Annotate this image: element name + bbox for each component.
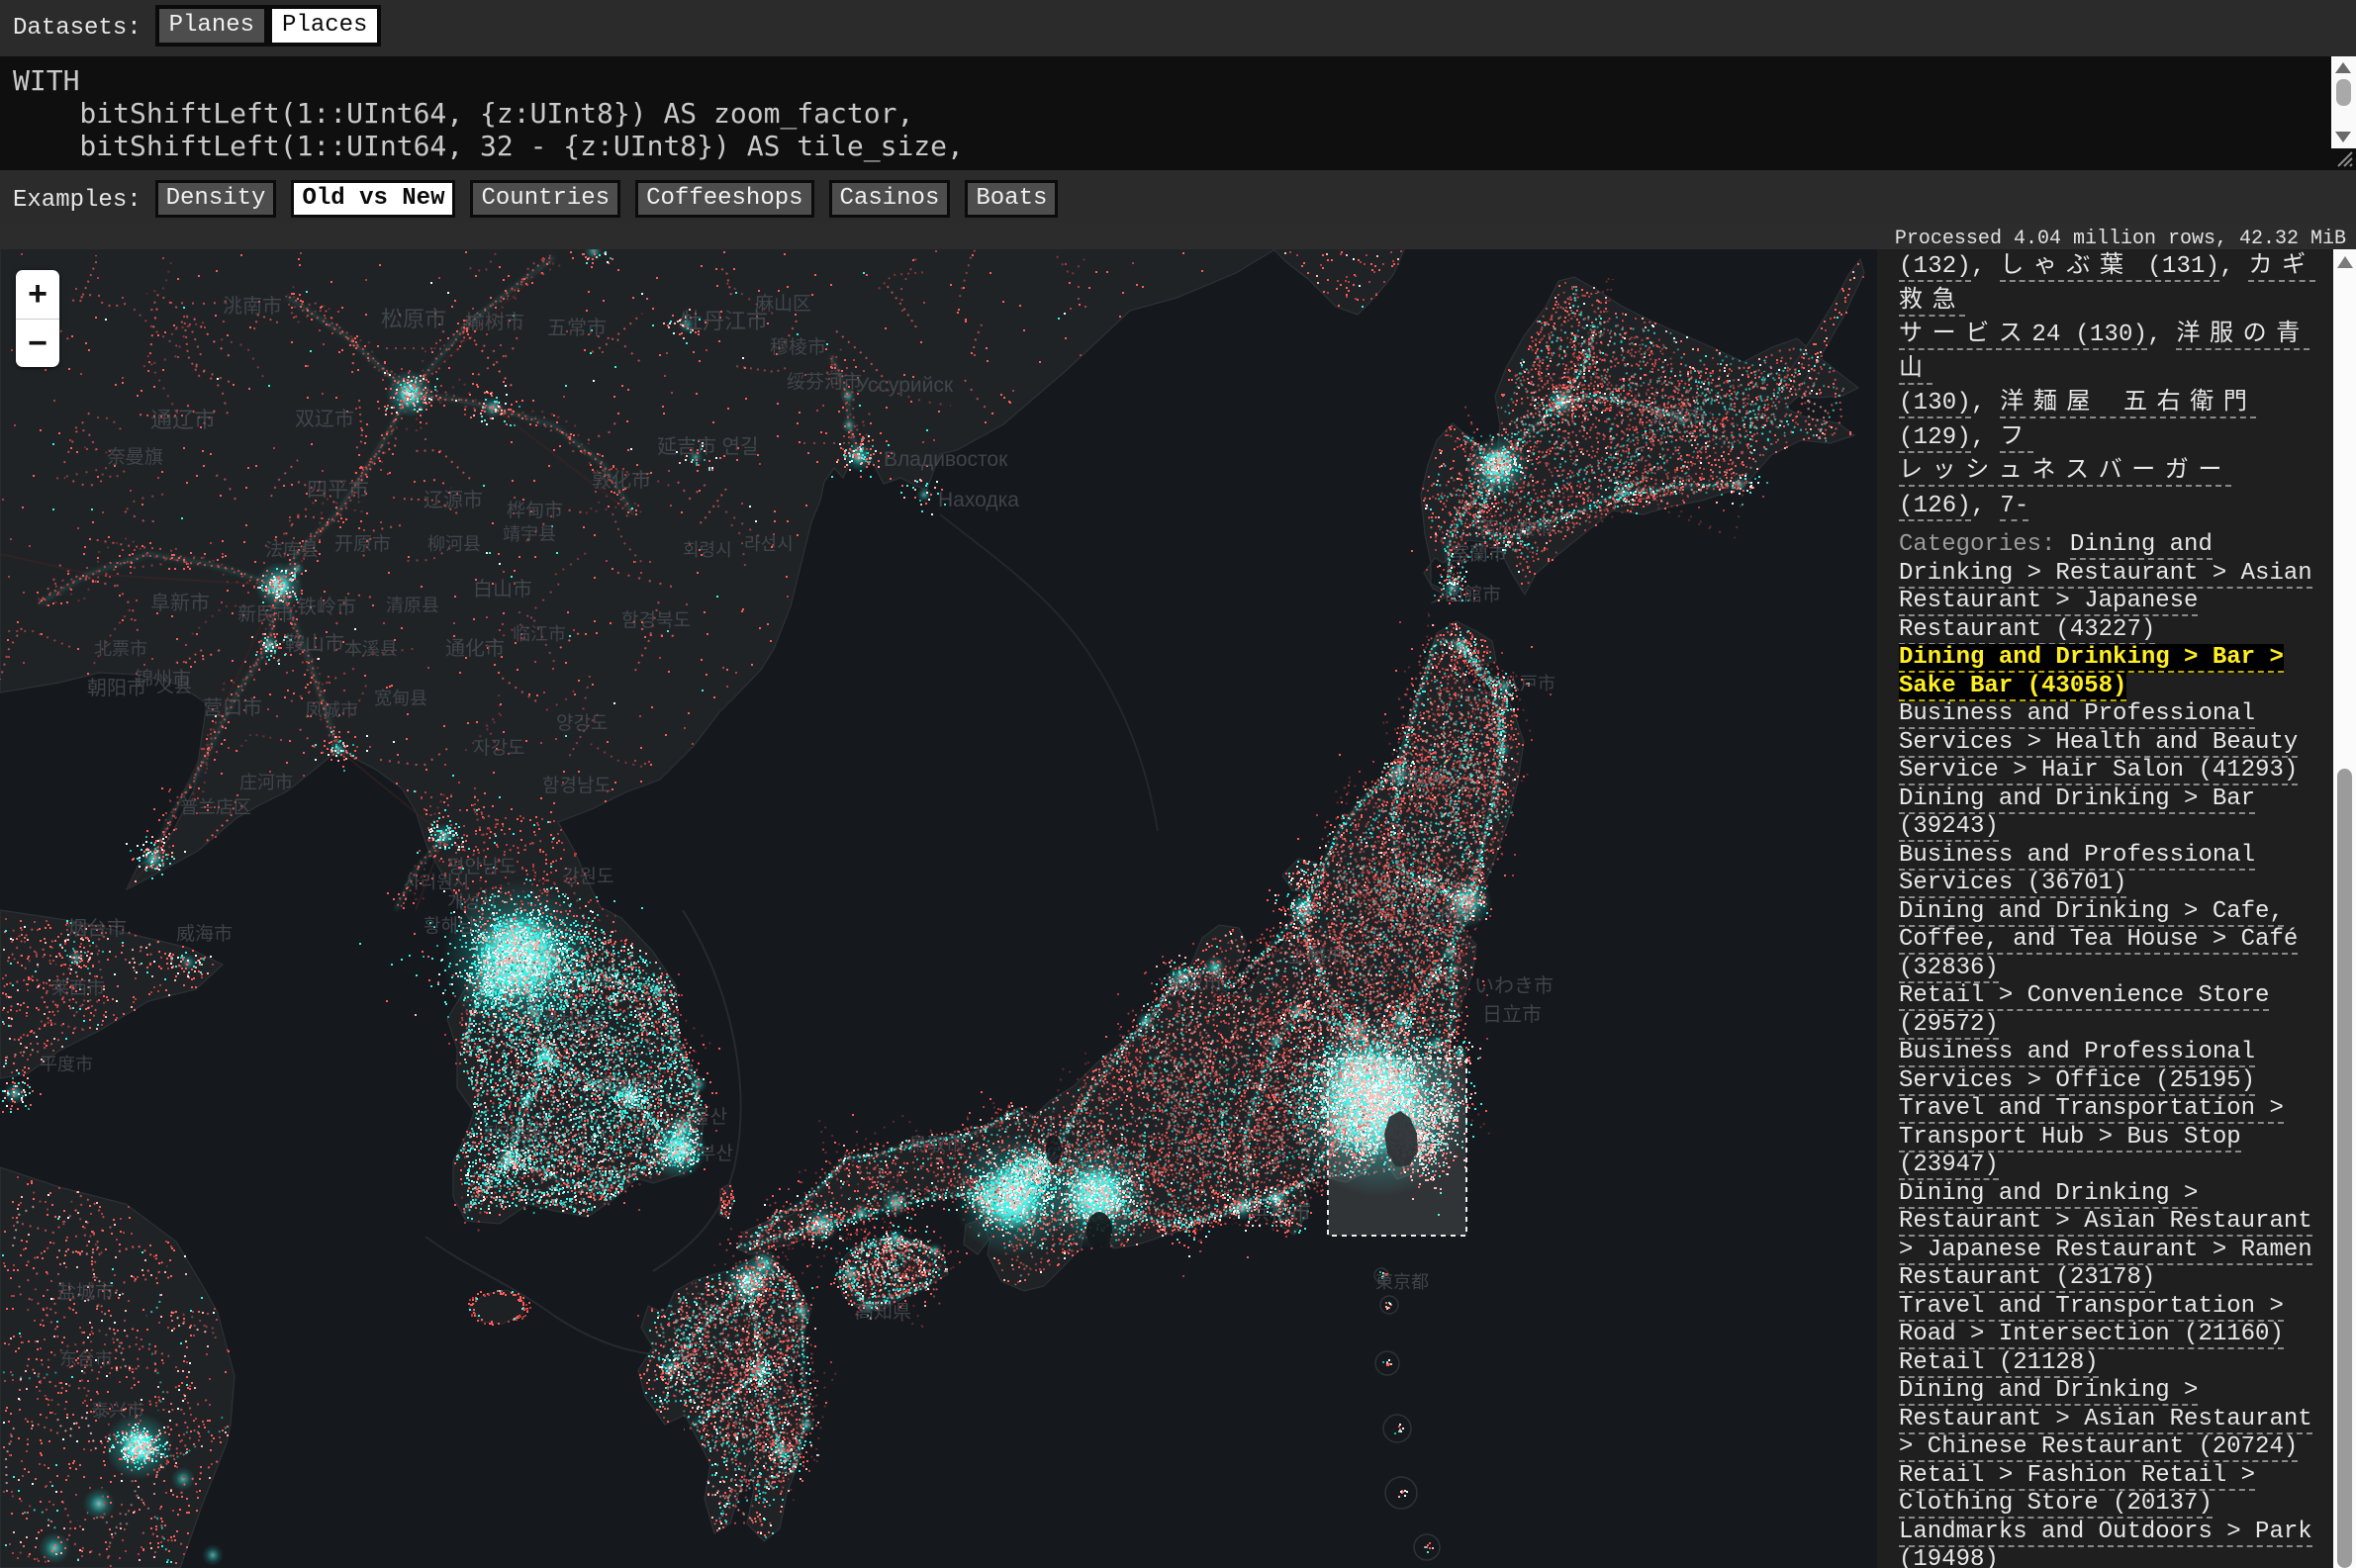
- svg-text:황해남도: 황해남도: [424, 915, 493, 937]
- svg-text:铁岭市: 铁岭市: [297, 596, 356, 618]
- svg-text:苫小牧市: 苫小牧市: [1478, 517, 1554, 539]
- svg-text:鞍山市: 鞍山市: [285, 632, 344, 655]
- svg-text:北票市: 北票市: [94, 639, 147, 659]
- svg-text:室蘭市: 室蘭市: [1451, 543, 1507, 565]
- svg-text:榆树市: 榆树市: [465, 311, 524, 333]
- svg-text:靖宇县: 靖宇县: [503, 524, 556, 544]
- svg-text:金沢市: 金沢市: [1166, 972, 1222, 994]
- svg-text:奈曼旗: 奈曼旗: [107, 446, 163, 468]
- svg-text:자강도: 자강도: [473, 737, 524, 759]
- svg-text:함경북도: 함경북도: [621, 609, 691, 631]
- svg-text:锦州市: 锦州市: [135, 668, 191, 690]
- svg-text:浜松市: 浜松市: [1249, 1202, 1311, 1225]
- svg-text:라선시: 라선시: [744, 534, 794, 554]
- svg-text:本溪县: 本溪县: [344, 639, 398, 659]
- svg-text:울산: 울산: [693, 1106, 727, 1128]
- svg-text:泰兴市: 泰兴市: [91, 1401, 144, 1421]
- svg-text:北見市: 北見市: [1649, 406, 1705, 427]
- svg-text:Находка: Находка: [938, 489, 1019, 511]
- svg-text:烟台市: 烟台市: [67, 917, 127, 940]
- svg-text:平度市: 平度市: [40, 1055, 93, 1074]
- svg-text:辽源市: 辽源市: [424, 489, 483, 511]
- svg-text:普兰店区: 普兰店区: [180, 797, 251, 817]
- svg-text:日立市: 日立市: [1482, 1003, 1542, 1026]
- svg-text:敦化市: 敦化市: [592, 469, 651, 492]
- svg-text:鳥取市: 鳥取市: [908, 1134, 965, 1155]
- svg-text:秋田市: 秋田市: [1389, 768, 1443, 787]
- svg-text:개성시: 개성시: [447, 892, 497, 912]
- svg-text:东台市: 东台市: [59, 1349, 113, 1369]
- svg-text:경상북도: 경상북도: [598, 1074, 663, 1094]
- svg-text:五常市: 五常市: [547, 317, 607, 339]
- svg-text:宽甸县: 宽甸县: [374, 689, 427, 708]
- svg-text:临江市: 临江市: [513, 624, 566, 644]
- svg-text:강원도: 강원도: [562, 866, 613, 887]
- svg-text:米沢市: 米沢市: [1417, 906, 1470, 926]
- svg-text:盐城市: 盐城市: [57, 1281, 114, 1303]
- svg-text:通辽市: 通辽市: [150, 408, 216, 432]
- svg-text:绥芬河市: 绥芬河市: [787, 371, 862, 393]
- svg-text:四平市: 四平市: [307, 479, 369, 502]
- svg-text:开原市: 开原市: [334, 533, 391, 555]
- svg-text:양강도: 양강도: [556, 712, 608, 734]
- svg-text:충청남도: 충청남도: [542, 1013, 608, 1033]
- svg-text:延吉市 연길: 延吉市 연길: [657, 435, 758, 458]
- svg-text:阜新市: 阜新市: [150, 592, 210, 614]
- svg-text:東京都: 東京都: [1375, 1272, 1429, 1292]
- svg-text:회령시: 회령시: [683, 540, 732, 560]
- svg-text:함경남도: 함경남도: [542, 775, 612, 796]
- svg-text:威海市: 威海市: [176, 923, 233, 945]
- svg-text:清原县: 清原县: [386, 596, 439, 615]
- svg-text:Владивосток: Владивосток: [884, 448, 1008, 471]
- svg-text:莱西市: 莱西市: [51, 978, 105, 998]
- svg-text:洮南市: 洮南市: [223, 295, 282, 318]
- svg-text:营口市: 营口市: [203, 696, 262, 719]
- svg-text:穆棱市: 穆棱市: [770, 336, 826, 358]
- svg-text:通化市: 通化市: [445, 637, 505, 660]
- svg-text:凤城市: 凤城市: [305, 700, 358, 720]
- svg-text:白山市: 白山市: [473, 578, 532, 600]
- svg-text:전라남도: 전라남도: [483, 1124, 548, 1144]
- svg-text:桦甸市: 桦甸市: [507, 500, 563, 521]
- svg-text:庄河市: 庄河市: [239, 773, 293, 792]
- svg-text:八戸市: 八戸市: [1502, 674, 1555, 693]
- svg-text:柳河县: 柳河县: [427, 534, 481, 554]
- svg-text:高知県: 高知県: [855, 1301, 911, 1323]
- svg-text:부산: 부산: [699, 1143, 733, 1164]
- svg-text:Уссурийск: Уссурийск: [856, 374, 954, 397]
- svg-text:新民市: 新民市: [237, 603, 294, 625]
- svg-text:法库县: 法库县: [265, 540, 319, 560]
- svg-text:双辽市: 双辽市: [295, 408, 354, 430]
- svg-text:사리원시: 사리원시: [404, 873, 469, 892]
- svg-text:松原市: 松原市: [381, 307, 446, 331]
- svg-text:上越市: 上越市: [1288, 946, 1345, 968]
- svg-text:牡丹江市: 牡丹江市: [681, 309, 768, 333]
- svg-text:函館市: 函館市: [1445, 584, 1501, 605]
- svg-text:いわき市: いわき市: [1474, 974, 1554, 997]
